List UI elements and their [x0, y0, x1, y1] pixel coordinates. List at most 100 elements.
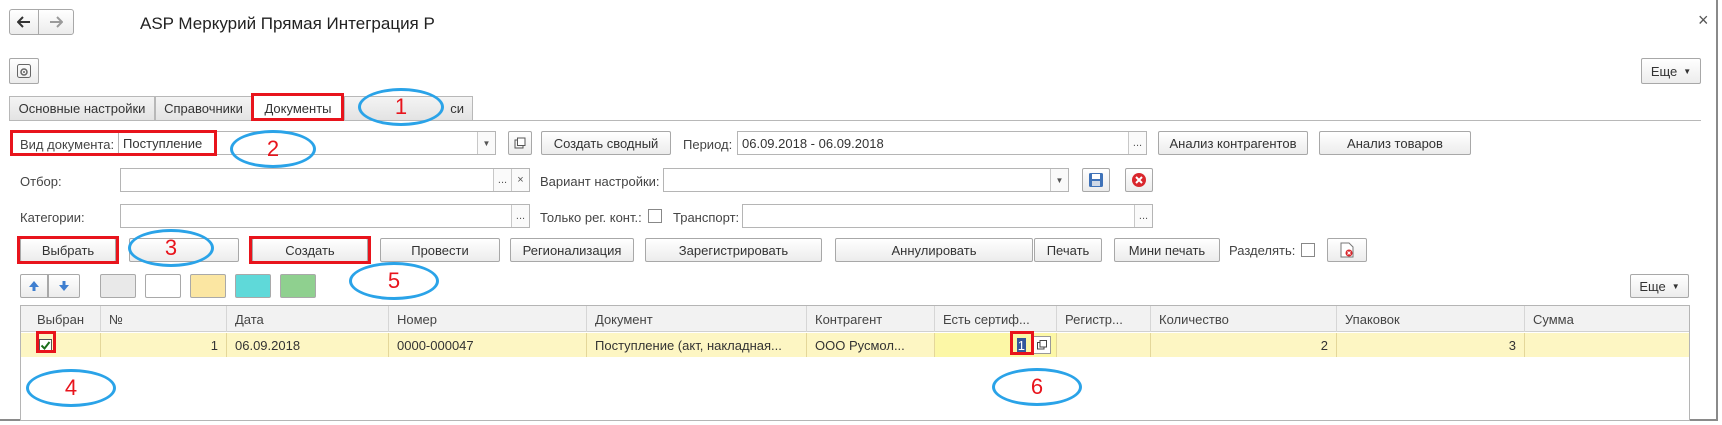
open-cert-button[interactable] [1033, 336, 1051, 354]
more-button-top[interactable]: Еще ▼ [1641, 58, 1701, 84]
chevron-down-icon[interactable]: ▼ [1050, 169, 1068, 191]
header-counterparty[interactable]: Контрагент [807, 306, 935, 332]
print-button[interactable]: Печать [1034, 238, 1102, 262]
header-sum[interactable]: Сумма [1525, 306, 1689, 332]
header-register[interactable]: Регистр... [1057, 306, 1151, 332]
more-button-table[interactable]: Еще ▼ [1630, 274, 1689, 298]
arrow-up-icon [29, 281, 39, 291]
row-checkbox[interactable] [39, 338, 52, 352]
floppy-disk-icon [1089, 173, 1103, 187]
header-number[interactable]: Номер [389, 306, 587, 332]
header-packages[interactable]: Упаковок [1337, 306, 1525, 332]
tab-services[interactable]: си [344, 96, 473, 120]
cell-quantity: 2 [1151, 333, 1337, 357]
tab-label: Документы [264, 100, 332, 116]
selection-field[interactable]: ... × [120, 168, 530, 192]
period-field[interactable]: 06.09.2018 - 06.09.2018 ... [737, 131, 1147, 155]
mini-print-button[interactable]: Мини печать [1114, 238, 1220, 262]
more-label: Еще [1650, 63, 1678, 79]
chevron-down-icon: ▼ [1671, 281, 1680, 291]
delete-doc-button[interactable] [1327, 238, 1367, 262]
transport-field[interactable]: ... [742, 204, 1153, 228]
chevron-down-icon: ▼ [1683, 66, 1692, 76]
table-row[interactable]: 1 06.09.2018 0000-000047 Поступление (ак… [21, 333, 1689, 357]
header-num[interactable]: № [101, 306, 227, 332]
color-swatch-gray[interactable] [100, 274, 136, 298]
table-header: Выбран № Дата Номер Документ Контрагент … [21, 306, 1689, 332]
analyze-goods-button[interactable]: Анализ товаров [1319, 131, 1471, 155]
move-up-button[interactable] [20, 274, 48, 298]
back-button[interactable] [9, 9, 39, 35]
header-quantity[interactable]: Количество [1151, 306, 1337, 332]
doc-type-field[interactable]: Поступление ▼ [118, 131, 496, 155]
register-button[interactable]: Зарегистрировать [645, 238, 822, 262]
transport-label: Транспорт: [673, 210, 740, 225]
more-label: Еще [1639, 278, 1666, 294]
documents-table: Выбран № Дата Номер Документ Контрагент … [20, 305, 1690, 421]
split-label: Разделять: [1229, 243, 1296, 258]
tab-label: Основные настройки [18, 101, 146, 116]
period-label: Период: [683, 137, 733, 152]
delete-variant-button[interactable] [1125, 168, 1153, 192]
variant-label: Вариант настройки: [540, 174, 660, 189]
categories-label: Категории: [20, 210, 85, 225]
ellipsis-icon[interactable]: ... [1128, 132, 1146, 154]
tab-main-settings[interactable]: Основные настройки [9, 96, 155, 120]
select-button[interactable]: Выбрать [20, 238, 116, 262]
clear-icon[interactable]: × [511, 169, 529, 191]
cell-num: 1 [101, 333, 227, 357]
window-title: ASP Меркурий Прямая Интеграция Р [140, 14, 435, 33]
settings-button[interactable] [9, 58, 39, 84]
cell-register [1057, 333, 1151, 357]
analyze-counterparties-button[interactable]: Анализ контрагентов [1158, 131, 1308, 155]
delete-icon [1132, 173, 1146, 187]
header-document[interactable]: Документ [587, 306, 807, 332]
forward-button[interactable] [38, 9, 74, 35]
only-reg-checkbox[interactable] [648, 209, 662, 223]
open-window-icon [514, 137, 526, 149]
chevron-down-icon[interactable]: ▼ [477, 132, 495, 154]
post-button[interactable]: Провести [380, 238, 500, 262]
arrow-left-icon [17, 16, 30, 28]
open-window-icon [1037, 340, 1047, 350]
delete-document-icon [1340, 242, 1354, 258]
gear-icon [17, 64, 31, 78]
regionalize-button[interactable]: Регионализация [510, 238, 634, 262]
header-has-cert[interactable]: Есть сертиф... [935, 306, 1057, 332]
header-date[interactable]: Дата [227, 306, 389, 332]
cell-sum [1525, 333, 1689, 357]
cell-counterparty: ООО Русмол... [807, 333, 935, 357]
cell-selected[interactable] [21, 333, 101, 357]
color-swatch-green[interactable] [280, 274, 316, 298]
variant-field[interactable]: ▼ [663, 168, 1069, 192]
open-doc-type-button[interactable] [508, 131, 532, 155]
categories-field[interactable]: ... [120, 204, 530, 228]
cancel-doc-button[interactable]: Аннулировать [835, 238, 1033, 262]
hidden-action-button[interactable] [129, 238, 239, 262]
only-reg-label: Только рег. конт.: [540, 210, 642, 225]
doc-type-label: Вид документа: [20, 137, 115, 152]
ellipsis-icon[interactable]: ... [511, 205, 529, 227]
cell-number: 0000-000047 [389, 333, 587, 357]
tab-underline [9, 120, 1701, 121]
move-down-button[interactable] [48, 274, 80, 298]
header-selected[interactable]: Выбран [21, 306, 101, 332]
tab-directories[interactable]: Справочники [155, 96, 252, 120]
cell-packages: 3 [1337, 333, 1525, 357]
color-swatch-cyan[interactable] [235, 274, 271, 298]
color-swatch-white[interactable] [145, 274, 181, 298]
tab-documents[interactable]: Документы [252, 94, 344, 121]
selection-label: Отбор: [20, 174, 62, 189]
ellipsis-icon[interactable]: ... [1134, 205, 1152, 227]
create-button[interactable]: Создать [252, 238, 368, 262]
checkmark-icon [40, 340, 51, 350]
split-checkbox[interactable] [1301, 243, 1315, 257]
close-icon[interactable]: × [1698, 10, 1709, 31]
save-variant-button[interactable] [1082, 168, 1110, 192]
ellipsis-icon[interactable]: ... [493, 169, 511, 191]
cell-date: 06.09.2018 [227, 333, 389, 357]
color-swatch-yellow[interactable] [190, 274, 226, 298]
arrow-right-icon [50, 16, 63, 28]
arrow-down-icon [59, 281, 69, 291]
create-summary-button[interactable]: Создать сводный [541, 131, 671, 155]
